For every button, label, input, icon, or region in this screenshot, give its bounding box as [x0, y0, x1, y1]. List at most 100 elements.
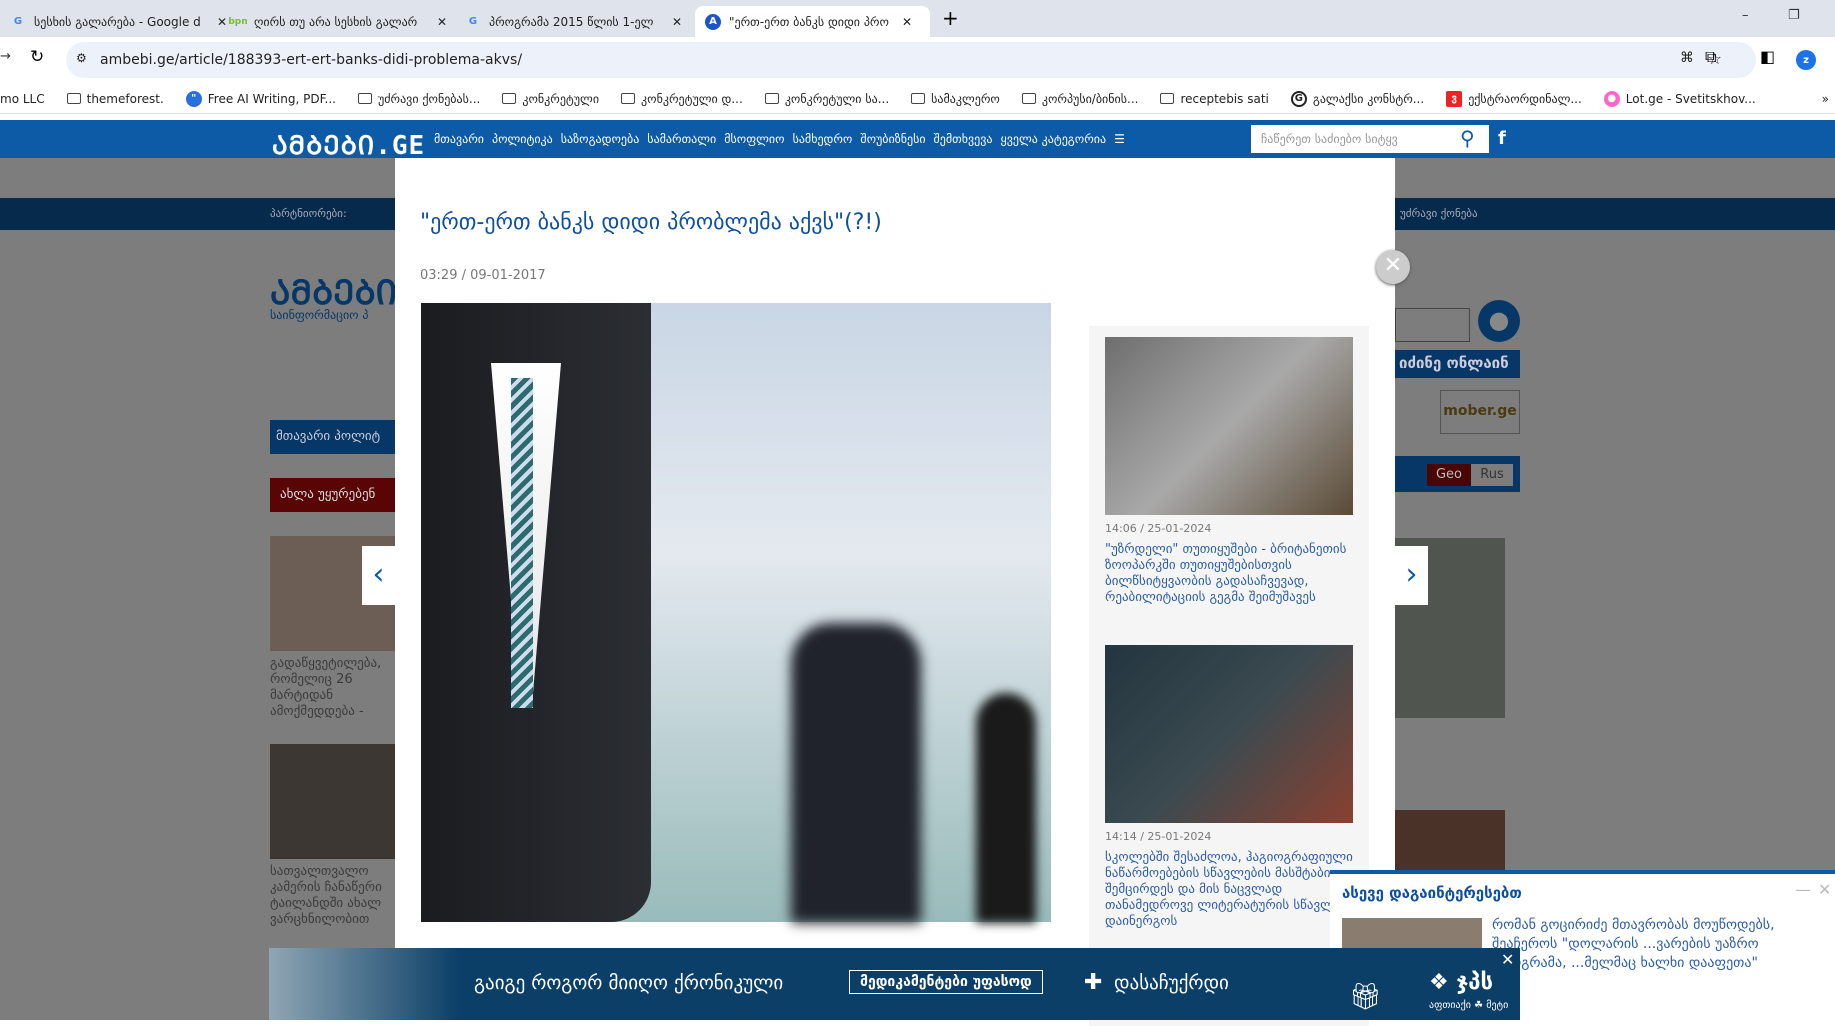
bookmark[interactable]: ვ ექსტრაორდინალ...: [1446, 90, 1582, 107]
close-icon[interactable]: ✕: [1818, 880, 1831, 899]
article-modal: "ერთ-ერთ ბანკს დიდი პრობლემა აქვს"(?!) 0…: [395, 158, 1395, 1026]
close-modal-button[interactable]: ✕: [1376, 250, 1410, 284]
ad-close-icon[interactable]: ✕: [1501, 950, 1514, 969]
bookmark[interactable]: mo LLC: [0, 92, 45, 106]
bottom-ad-banner[interactable]: გაიგე როგორ მიიღო ქრონიკული მედიკამენტებ…: [269, 948, 1520, 1020]
related-date: 14:06 / 25-01-2024: [1105, 522, 1212, 535]
related-image[interactable]: [1105, 645, 1353, 823]
tab[interactable]: Gსესხის გალარება - Google d ✕: [0, 6, 237, 37]
bookmark[interactable]: ● Lot.ge - Svetitskhov...: [1603, 90, 1756, 107]
related-image[interactable]: [1105, 337, 1353, 515]
ad-text: გაიგე როგორ მიიღო ქრონიკული: [474, 972, 784, 994]
restore-button[interactable]: ❐: [1788, 8, 1800, 23]
bookmark[interactable]: სამაკლერო: [911, 92, 1000, 106]
site-nav: ᲐᲛᲑᲔᲑᲘ.GE მთავარი პოლიტიკა საზოგადოება სამა…: [0, 120, 1835, 161]
more-bookmarks-icon[interactable]: »: [1822, 92, 1829, 106]
bg-article-title: სათვალთვალო კამერის ჩანაწერი ტაილანდში ა…: [270, 864, 382, 927]
bookmark[interactable]: receptebis sati: [1160, 92, 1269, 106]
bookmarks-bar: mo LLC themeforest. " Free AI Writing, PD…: [0, 84, 1835, 114]
folder-icon: [911, 93, 926, 104]
folder-icon: [358, 93, 372, 104]
popup-heading: ასევე დაგაინტერესებთ: [1342, 884, 1522, 902]
article-title: "ერთ-ერთ ბანკს დიდი პრობლემა აქვს"(?!): [420, 210, 882, 235]
ad-text-2: დასაჩუქრდი: [1114, 972, 1229, 994]
bookmark[interactable]: " Free AI Writing, PDF...: [185, 90, 336, 107]
tab-bar: Gსესხის გალარება - Google d ✕ bpn ღირს თუ …: [0, 0, 1835, 37]
lot-icon: ●: [1603, 90, 1620, 107]
side-panel-icon[interactable]: ◧: [1760, 47, 1775, 66]
url-input[interactable]: ⚙ ambebi.ge/article/188393-ert-ert-banks-…: [66, 42, 1756, 78]
nav-item[interactable]: შოუბიზნესი: [860, 132, 925, 146]
thumb: [270, 744, 395, 859]
nav-item[interactable]: პოლიტიკა: [492, 132, 553, 146]
tie: [511, 378, 533, 708]
bg-thumb: [1395, 810, 1505, 870]
g-icon: G: [1290, 90, 1307, 107]
lang-rus: Rus: [1471, 464, 1513, 486]
bookmark[interactable]: კორპუსი/ბინის...: [1021, 92, 1138, 106]
tab-active[interactable]: A "ერთ-ერთ ბანკს დიდი პრო ✕: [695, 6, 930, 37]
new-tab-button[interactable]: +: [942, 6, 959, 30]
tab[interactable]: bpn ღირს თუ არა სესხის გალარ ✕: [220, 6, 457, 37]
article-date: 03:29 / 09-01-2017: [420, 268, 546, 283]
bg-menu: მთავარი პოლიტ: [270, 420, 395, 454]
gift-icon: 🎁︎: [1349, 982, 1383, 1012]
search-input[interactable]: ჩაწერეთ საძიებო სიტყვ: [1251, 125, 1489, 153]
site-logo[interactable]: ᲐᲛᲑᲔᲑᲘ.GE: [272, 126, 425, 162]
bookmark[interactable]: კონკრეტული სა...: [764, 92, 889, 106]
facebook-icon[interactable]: f: [1498, 128, 1506, 149]
folder-icon: [764, 93, 779, 104]
plus-icon: ✚: [1084, 970, 1103, 995]
psp-tagline: აფთიაქი ☘ მეტი: [1429, 1000, 1509, 1011]
article-image: [421, 303, 1051, 923]
profile-avatar[interactable]: z: [1796, 50, 1816, 70]
bg-lang-bar: Geo Rus: [1395, 456, 1520, 492]
folder-icon: [1160, 93, 1175, 104]
ambebi-icon: A: [705, 13, 721, 30]
reload-icon[interactable]: ↻: [30, 47, 44, 67]
close-icon[interactable]: ✕: [672, 15, 682, 29]
prev-arrow-button[interactable]: ‹: [362, 546, 395, 605]
nav-item[interactable]: ყველა კატეგორია: [1001, 132, 1107, 146]
hamburger-icon[interactable]: ☰: [1114, 132, 1125, 146]
psp-logo: ❖ ჯპს: [1429, 970, 1493, 995]
nav-item[interactable]: სამართალი: [647, 132, 716, 146]
nav-item[interactable]: მთავარი: [434, 132, 484, 146]
now-watching-header: ახლა უყურებენ: [270, 478, 395, 512]
nav-item[interactable]: სამხედრო: [793, 132, 853, 146]
minimize-button[interactable]: –: [1742, 8, 1749, 23]
minimize-icon[interactable]: —: [1795, 880, 1811, 899]
red-bookmark-icon: ვ: [1446, 90, 1463, 107]
folder-icon: [66, 93, 81, 104]
bookmark[interactable]: Gგალაქსი კონსტრ...: [1290, 90, 1424, 107]
google-icon: G: [13, 16, 23, 27]
translate-icon[interactable]: ⌘: [1680, 50, 1694, 66]
popup-article-title[interactable]: რომან გოცირიძე მთავრობას მოუწოდებს, შეაჩ…: [1492, 916, 1822, 973]
close-icon[interactable]: ✕: [902, 15, 912, 29]
bpn-icon: bpn: [228, 16, 248, 27]
search-icon[interactable]: ⚲: [1460, 126, 1475, 150]
blurred-person: [976, 693, 1036, 923]
ad-image: [269, 948, 459, 1020]
related-title[interactable]: სკოლებში შესაძლოა, ჰაგიოგრაფიული ნაწარმო…: [1105, 850, 1355, 930]
bookmark[interactable]: უძრავი ქონებას...: [358, 92, 480, 106]
next-arrow-button[interactable]: ›: [1395, 546, 1428, 605]
shop-online: იძინე ონლაინ: [1395, 350, 1520, 378]
google-icon: G: [468, 16, 478, 27]
extensions-icon[interactable]: ⧉: [1705, 47, 1716, 67]
folder-icon: [1021, 93, 1036, 104]
tab[interactable]: Gპროგრამა 2015 წლის 1-ელ ✕: [455, 6, 692, 37]
nav-item[interactable]: საზოგადოება: [561, 132, 640, 146]
nav-item[interactable]: შემთხვევა: [934, 132, 993, 146]
ad-cta-button[interactable]: მედიკამენტები უფასოდ: [849, 970, 1043, 994]
bookmark[interactable]: კონკრეტული: [502, 92, 599, 106]
bookmark[interactable]: კონკრეტული დ...: [621, 92, 743, 106]
user-icon: ●: [1478, 300, 1520, 342]
related-title[interactable]: "უზრდელი" თუთიყუშები - ბრიტანეთის ზოოპარ…: [1105, 542, 1355, 606]
close-icon[interactable]: ✕: [437, 15, 447, 29]
lang-geo: Geo: [1427, 464, 1471, 486]
nav-item[interactable]: მსოფლიო: [724, 132, 784, 146]
bookmark[interactable]: themeforest.: [66, 92, 164, 106]
site-info-icon[interactable]: ⚙: [76, 51, 87, 65]
forward-icon[interactable]: →: [0, 49, 11, 64]
